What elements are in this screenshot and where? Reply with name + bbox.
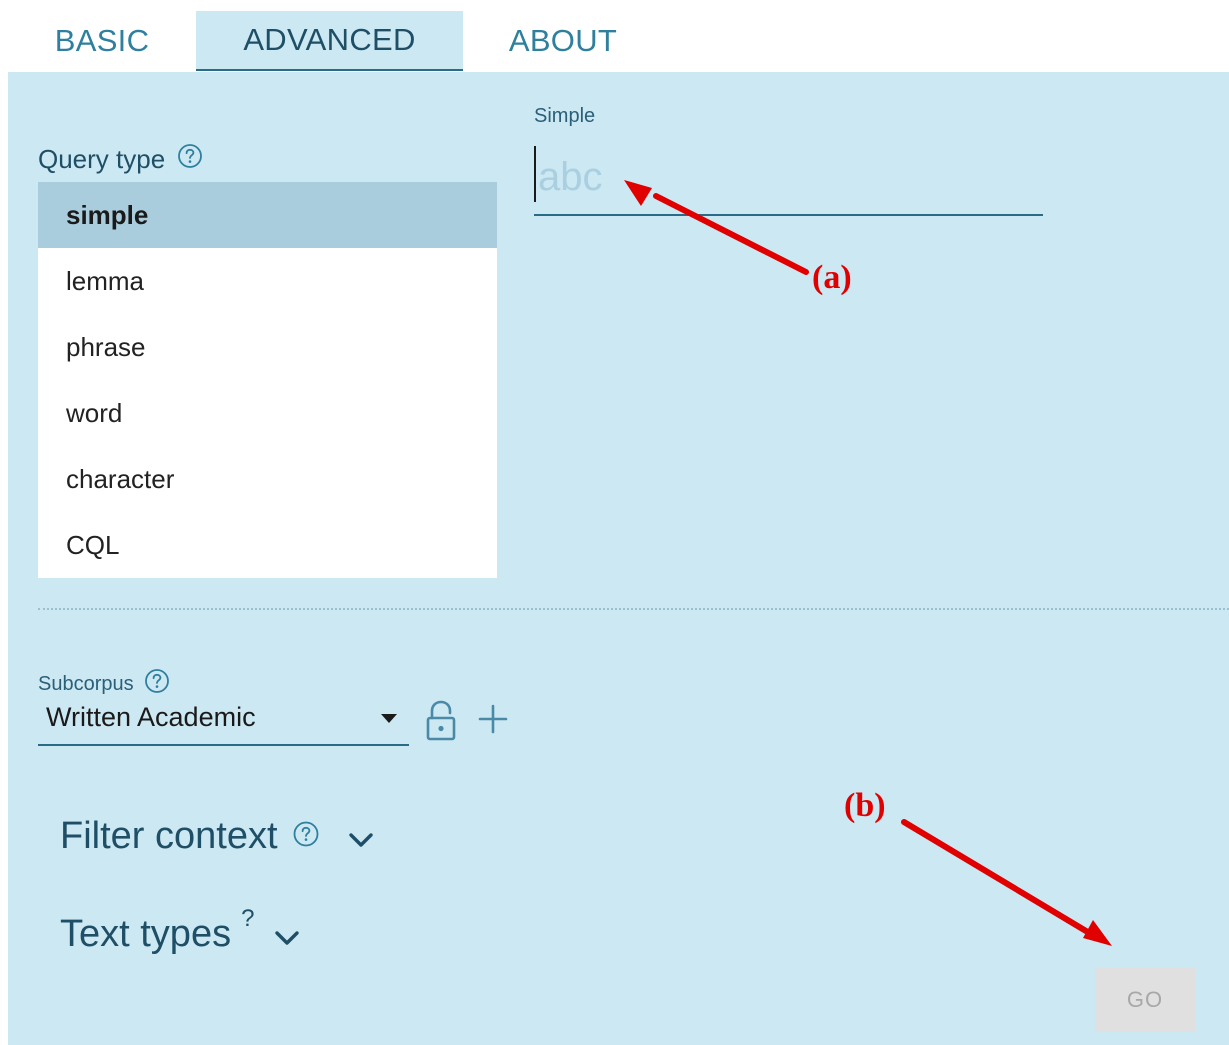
annotation-label-a: (a) xyxy=(812,259,852,296)
app-root: BASIC ADVANCED ABOUT Query type simple l… xyxy=(0,0,1229,1045)
annotation-label-b: (b) xyxy=(844,787,886,824)
annotation-arrows xyxy=(624,180,1112,946)
